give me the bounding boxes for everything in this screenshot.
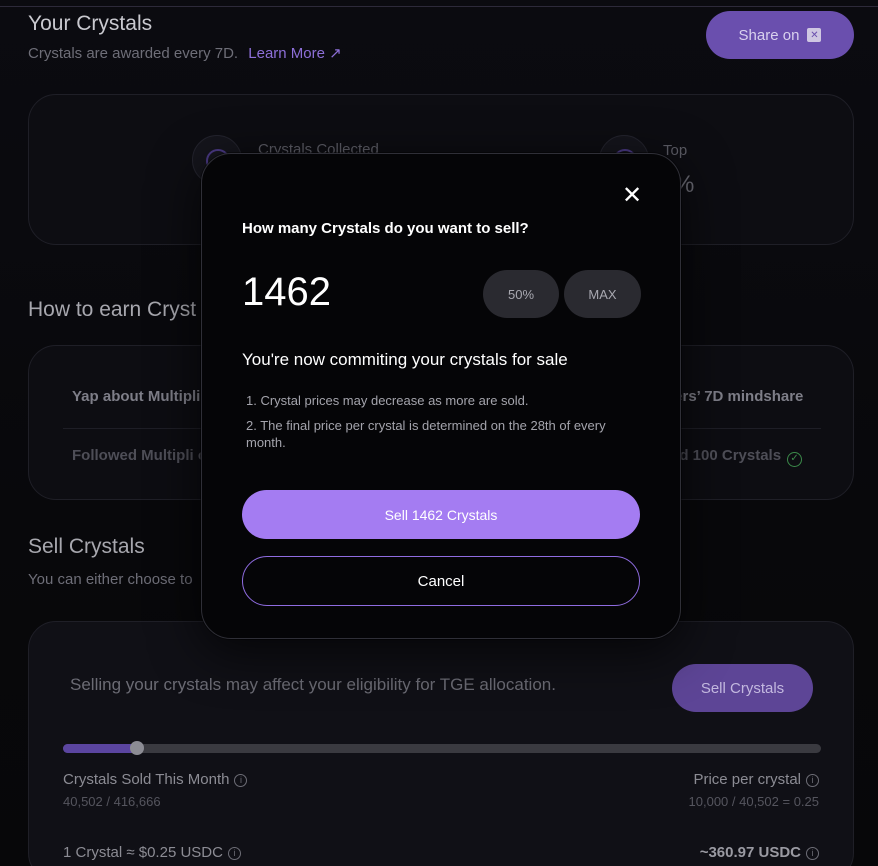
max-button[interactable]: MAX xyxy=(564,270,641,318)
task-crystals-label: ed 100 Crystals xyxy=(671,447,782,464)
share-label: Share on xyxy=(738,26,800,44)
total-value: ~360.97 USDC xyxy=(699,844,801,861)
page-title: Your Crystals xyxy=(28,12,153,35)
task-crystals-earned: ed 100 Crystals ✓ xyxy=(671,447,803,467)
page: Your Crystals Crystals are awarded every… xyxy=(0,0,878,866)
cancel-button[interactable]: Cancel xyxy=(242,556,640,606)
sell-crystals-modal: ✕ How many Crystals do you want to sell?… xyxy=(201,153,681,639)
sell-section-title: Sell Crystals xyxy=(28,535,145,558)
sell-section-subtitle: You can either choose to xyxy=(28,571,193,588)
info-icon[interactable]: i xyxy=(806,847,819,860)
sale-note: 2. The final price per crystal is determ… xyxy=(246,418,606,450)
fifty-percent-button[interactable]: 50% xyxy=(483,270,559,318)
sell-crystals-card: Selling your crystals may affect your el… xyxy=(28,621,854,866)
commit-heading: You're now commiting your crystals for s… xyxy=(242,350,568,369)
info-icon[interactable]: i xyxy=(806,774,819,787)
info-icon[interactable]: i xyxy=(234,774,248,787)
sold-this-month: Crystals Sold This Month i 40,502 / 416,6… xyxy=(63,771,248,809)
x-logo-icon: ✕ xyxy=(807,28,822,42)
task-mindshare-label: bers’ 7D mindshare xyxy=(665,388,804,405)
confirm-sell-button[interactable]: Sell 1462 Crystals xyxy=(242,490,640,539)
close-icon[interactable]: ✕ xyxy=(620,184,644,208)
earn-section-title: How to earn Cryst xyxy=(28,298,197,321)
sell-crystals-button[interactable]: Sell Crystals xyxy=(672,664,813,712)
conversion-rate: 1 Crystal ≈ $0.25 USDC i xyxy=(63,844,241,861)
price-per-crystal: Price per crystal i 10,000 / 40,502 = 0.2… xyxy=(689,771,819,809)
price-value: 10,000 / 40,502 = 0.25 xyxy=(688,794,819,809)
sold-progress-fill xyxy=(63,744,137,753)
rate-label: 1 Crystal ≈ $0.25 USDC xyxy=(63,844,223,861)
sold-label: Crystals Sold This Month xyxy=(63,771,230,788)
estimated-total: ~360.97 USDC i xyxy=(700,844,819,861)
task-yap-label: Yap about Multipli xyxy=(72,388,201,405)
sold-progress-thumb[interactable] xyxy=(129,741,144,755)
tge-warning-note: Selling your crystals may affect your el… xyxy=(70,675,556,694)
share-on-x-button[interactable]: Share on ✕ xyxy=(706,11,854,59)
price-label: Price per crystal xyxy=(693,771,801,788)
learn-more-link[interactable]: Learn More ↗ xyxy=(248,45,341,62)
check-circle-icon: ✓ xyxy=(787,452,803,467)
info-icon[interactable]: i xyxy=(227,847,241,860)
subtitle-text: Crystals are awarded every 7D. xyxy=(28,45,239,62)
task-follow-label: Followed Multipli o xyxy=(72,447,207,464)
sell-amount-input[interactable] xyxy=(242,270,442,315)
sold-progress-track xyxy=(63,741,821,755)
sell-amount-question: How many Crystals do you want to sell? xyxy=(242,220,529,237)
sale-note: 1. Crystal prices may decrease as more a… xyxy=(246,393,529,408)
sale-notes-list: 1. Crystal prices may decrease as more a… xyxy=(246,392,646,459)
sold-value: 40,502 / 416,666 xyxy=(63,794,161,809)
page-subtitle: Crystals are awarded every 7D. Learn Mor… xyxy=(28,44,342,62)
